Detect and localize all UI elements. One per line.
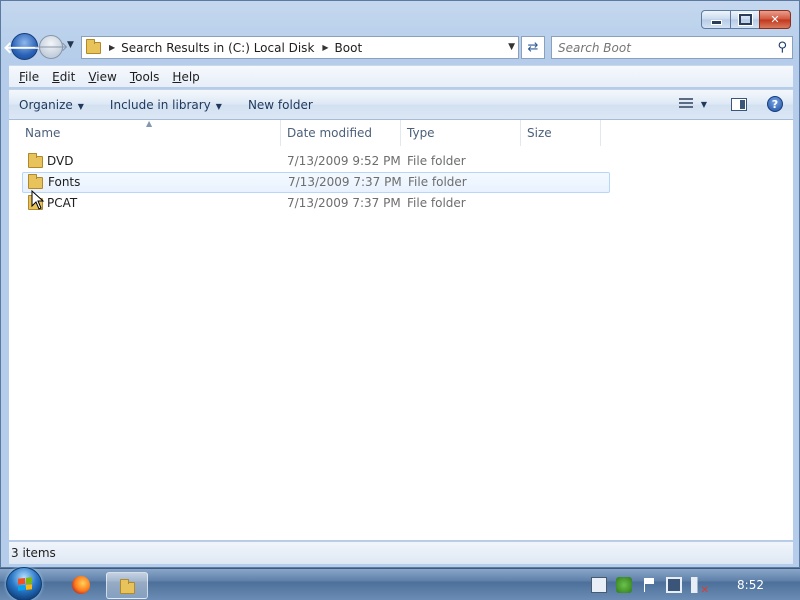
taskbar: 8:52 — [0, 567, 800, 600]
network-icon[interactable] — [666, 577, 683, 593]
maximize-button[interactable] — [730, 10, 760, 29]
table-row[interactable]: PCAT 7/13/2009 7:37 PM File folder — [22, 193, 610, 214]
address-dropdown-icon[interactable]: ▼ — [508, 42, 515, 52]
file-date: 7/13/2009 7:37 PM — [288, 175, 402, 189]
system-tray: 8:52 — [582, 569, 800, 600]
column-date-modified[interactable]: Date modified — [281, 120, 401, 146]
menu-edit[interactable]: Edit — [52, 70, 75, 84]
new-folder-button[interactable]: New folder — [248, 98, 313, 112]
chevron-down-icon: ▼ — [77, 101, 84, 111]
file-rows: DVD 7/13/2009 9:52 PM File folder Fonts … — [9, 151, 793, 214]
security-shield-icon[interactable] — [616, 577, 633, 593]
file-date: 7/13/2009 9:52 PM — [287, 154, 401, 168]
help-icon[interactable]: ? — [767, 96, 783, 112]
file-type: File folder — [408, 175, 467, 189]
address-bar[interactable]: ▶ Search Results in (C:) Local Disk ▶ Bo… — [81, 36, 519, 59]
view-controls: ▼ ? — [678, 96, 783, 112]
search-box[interactable]: ⚲ — [551, 36, 793, 59]
table-row[interactable]: DVD 7/13/2009 9:52 PM File folder — [22, 151, 610, 172]
file-type: File folder — [407, 196, 466, 210]
column-headers: ▲ Name Date modified Type Size — [9, 119, 793, 146]
column-type[interactable]: Type — [401, 120, 521, 146]
file-name: DVD — [47, 154, 74, 168]
file-name: PCAT — [47, 196, 78, 210]
menu-help[interactable]: Help — [172, 70, 199, 84]
file-list: ▲ Name Date modified Type Size DVD 7/13/… — [9, 119, 793, 540]
recent-pages-chevron-icon[interactable]: ▼ — [67, 40, 74, 50]
file-date: 7/13/2009 7:37 PM — [287, 196, 401, 210]
file-name: Fonts — [48, 175, 81, 189]
folder-icon — [86, 38, 101, 54]
change-view-icon[interactable] — [678, 98, 695, 110]
window-controls: ✕ — [701, 10, 791, 29]
file-type: File folder — [407, 154, 466, 168]
clock[interactable]: 8:52 — [737, 578, 764, 592]
table-row[interactable]: Fonts 7/13/2009 7:37 PM File folder — [22, 172, 610, 193]
view-options-chevron-icon[interactable]: ▼ — [701, 100, 707, 109]
breadcrumb-arrow-icon[interactable]: ▶ — [322, 43, 328, 52]
search-input[interactable] — [558, 40, 758, 55]
forward-button[interactable]: 🡒 — [34, 35, 68, 59]
action-center-flag-icon[interactable] — [641, 577, 657, 593]
start-button[interactable] — [6, 567, 42, 600]
organize-button[interactable]: Organize ▼ — [19, 98, 84, 112]
menu-file[interactable]: File — [19, 70, 39, 84]
minimize-button[interactable] — [701, 10, 731, 29]
status-bar: 3 items — [9, 541, 793, 564]
breadcrumb-boot[interactable]: Boot — [335, 41, 363, 55]
preview-pane-icon[interactable] — [731, 97, 747, 111]
taskbar-firefox[interactable] — [60, 572, 102, 599]
command-bar: Organize ▼ Include in library ▼ New folder… — [9, 89, 793, 120]
taskbar-explorer[interactable] — [106, 572, 148, 599]
volume-muted-icon[interactable] — [691, 577, 709, 596]
document-icon[interactable] — [591, 577, 608, 593]
refresh-button[interactable]: ⇄ — [521, 36, 545, 59]
breadcrumb-arrow-icon[interactable]: ▶ — [109, 43, 115, 52]
menu-tools[interactable]: Tools — [130, 70, 160, 84]
column-size[interactable]: Size — [521, 120, 601, 146]
menu-bar: File Edit View Tools Help — [9, 65, 793, 87]
folder-icon — [28, 174, 43, 189]
chevron-down-icon: ▼ — [215, 101, 222, 111]
firefox-icon — [72, 576, 90, 594]
breadcrumb-search-results[interactable]: Search Results in (C:) Local Disk — [121, 41, 314, 55]
folder-icon — [120, 579, 135, 594]
mouse-cursor-icon — [31, 190, 45, 210]
menu-view[interactable]: View — [88, 70, 116, 84]
item-count: 3 items — [11, 546, 56, 560]
navigation-bar: 🡐 🡒 ▼ ▶ Search Results in (C:) Local Dis… — [3, 33, 793, 61]
folder-icon — [28, 153, 43, 168]
explorer-window: ✕ 🡐 🡒 ▼ ▶ Search Results in (C:) Local D… — [0, 0, 800, 568]
close-button[interactable]: ✕ — [759, 10, 791, 29]
search-icon[interactable]: ⚲ — [777, 40, 787, 55]
windows-logo-icon — [18, 577, 32, 591]
column-name[interactable]: Name — [19, 120, 281, 146]
include-in-library-button[interactable]: Include in library ▼ — [110, 98, 222, 112]
